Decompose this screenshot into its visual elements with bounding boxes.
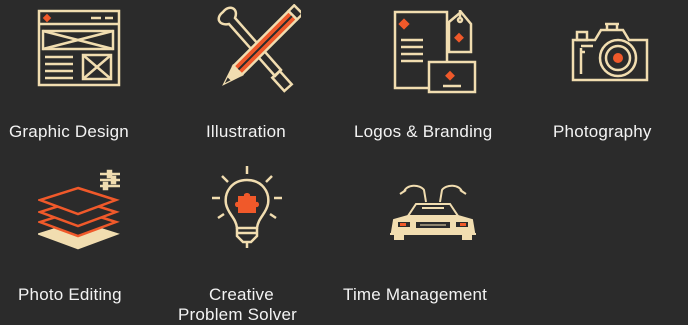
pencil-brush-cross-icon [211,4,301,100]
skill-label: Logos & Branding [354,122,493,141]
skill-label: Creative [209,285,274,304]
skill-logos-branding: Logos & Branding [345,0,535,160]
skill-label: Photo Editing [18,285,122,304]
skill-photo-editing: Photo Editing [0,160,170,323]
skill-label: Time Management [343,285,488,304]
skill-illustration: Illustration [185,0,345,160]
skills-page: { "skills": [ {"label": "Graphic Design"… [0,0,688,324]
skill-label: Graphic Design [9,122,129,141]
branding-stationery-icon [393,10,481,102]
skill-label: Photography [553,122,652,141]
camera-icon [571,18,651,88]
skill-photography: Photography [540,0,688,160]
skill-label: Illustration [206,122,286,141]
layers-sliders-icon [38,168,130,252]
skill-label-line2: Problem Solver [178,305,298,324]
skill-creative-problem-solver: Creative Problem Solver [165,160,345,324]
wireframe-layout-icon [37,9,125,89]
lightbulb-puzzle-icon [210,166,284,250]
skill-graphic-design: Graphic Design [0,0,170,160]
delorean-car-icon [386,182,480,246]
skill-time-management: Time Management [340,160,530,323]
